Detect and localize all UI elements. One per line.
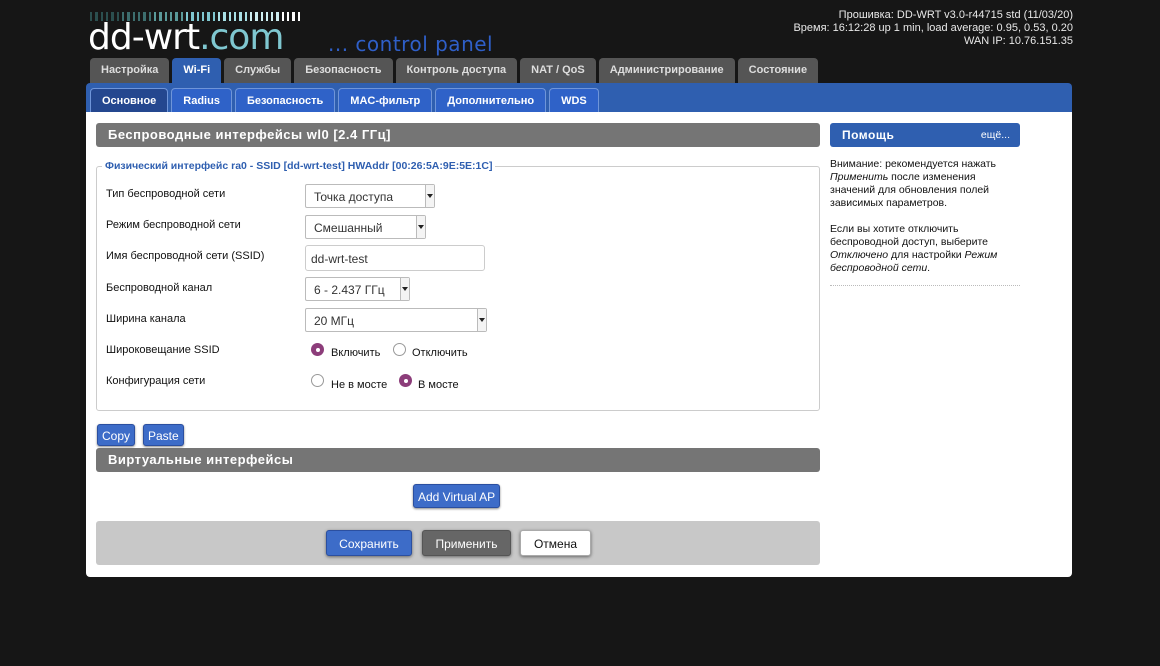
help-title: Помощь [842, 128, 895, 142]
tab-setup[interactable]: Настройка [90, 58, 170, 83]
paste-button[interactable]: Paste [143, 424, 184, 446]
ssid-broadcast-label: Широковещание SSID [106, 344, 220, 356]
ssid-input[interactable]: dd-wrt-test [305, 245, 485, 271]
wireless-type-value: Точка доступа [314, 190, 394, 204]
subtab-security[interactable]: Безопасность [234, 88, 336, 112]
copy-button[interactable]: Copy [97, 424, 136, 446]
ssid-label: Имя беспроводной сети (SSID) [106, 250, 265, 262]
channel-width-label: Ширина канала [106, 313, 186, 325]
help-header: Помощь ещё... [830, 123, 1020, 147]
channel-value: 6 - 2.437 ГГц [314, 283, 385, 297]
content-panel: Беспроводные интерфейсы wl0 [2.4 ГГц] Фи… [86, 112, 1072, 577]
tab-administration[interactable]: Администрирование [598, 58, 735, 83]
virtual-interfaces-title: Виртуальные интерфейсы [96, 448, 820, 472]
tab-access-control[interactable]: Контроль доступа [395, 58, 518, 83]
router-status: Прошивка: DD-WRT v3.0-r44715 std (11/03/… [793, 9, 1073, 48]
help-divider [830, 285, 1020, 286]
subtab-wds[interactable]: WDS [549, 88, 599, 112]
tab-nat-qos[interactable]: NAT / QoS [520, 58, 596, 83]
help-more-link[interactable]: ещё... [981, 123, 1010, 147]
channel-width-select[interactable]: 20 МГц [305, 308, 487, 332]
channel-select[interactable]: 6 - 2.437 ГГц [305, 277, 410, 301]
ssid-broadcast-disable-label: Отключить [412, 347, 468, 359]
network-unbridged-radio[interactable] [311, 374, 324, 387]
apply-button[interactable]: Применить [422, 530, 511, 556]
physical-interface-fieldset: Физический интерфейс ra0 - SSID [dd-wrt-… [96, 160, 820, 411]
subtab-mac-filter[interactable]: MAC-фильтр [338, 88, 433, 112]
chevron-down-icon [477, 309, 486, 331]
cancel-button[interactable]: Отмена [520, 530, 591, 556]
firmware-status: Прошивка: DD-WRT v3.0-r44715 std (11/03/… [838, 9, 1073, 21]
add-virtual-ap-button[interactable]: Add Virtual AP [413, 484, 501, 508]
channel-width-value: 20 МГц [314, 314, 355, 328]
tab-status[interactable]: Состояние [737, 58, 819, 83]
network-bridged-radio[interactable] [399, 374, 412, 387]
ssid-broadcast-disable-radio[interactable] [393, 343, 406, 356]
sub-tabs: Основное Radius Безопасность MAC-фильтр … [90, 88, 599, 112]
physical-interface-legend: Физический интерфейс ra0 - SSID [dd-wrt-… [102, 160, 496, 172]
wireless-section-title: Беспроводные интерфейсы wl0 [2.4 ГГц] [96, 123, 820, 147]
network-unbridged-label: Не в мосте [331, 379, 388, 391]
ssid-broadcast-enable-label: Включить [331, 347, 381, 359]
wireless-mode-label: Режим беспроводной сети [106, 219, 241, 231]
help-disable-note: Если вы хотите отключить беспроводной до… [830, 223, 998, 274]
subtab-radius[interactable]: Radius [171, 88, 232, 112]
wireless-mode-select[interactable]: Смешанный [305, 215, 426, 239]
network-bridged-label: В мосте [418, 379, 459, 391]
uptime-status: Время: 16:12:28 up 1 min, load average: … [793, 22, 1073, 34]
network-config-label: Конфигурация сети [106, 375, 206, 387]
tab-wifi[interactable]: Wi-Fi [172, 58, 222, 83]
chevron-down-icon [425, 185, 434, 207]
tab-security[interactable]: Безопасность [294, 58, 393, 83]
dd-wrt-logo: dd-wrt.com ... control panel [88, 10, 518, 58]
chevron-down-icon [416, 216, 425, 238]
channel-label: Беспроводной канал [106, 282, 213, 294]
tab-services[interactable]: Службы [224, 58, 292, 83]
help-apply-note: Внимание: рекомендуется нажать Применить… [830, 158, 996, 209]
subtab-basic[interactable]: Основное [90, 88, 169, 112]
wan-ip-status: WAN IP: 10.76.151.35 [963, 35, 1073, 47]
save-button[interactable]: Сохранить [326, 530, 412, 556]
ssid-broadcast-enable-radio[interactable] [311, 343, 324, 356]
logo-subtitle: ... control panel [328, 32, 494, 56]
logo-wordmark: dd-wrt.com [88, 17, 284, 58]
wireless-type-select[interactable]: Точка доступа [305, 184, 435, 208]
main-tabs: Настройка Wi-Fi Службы Безопасность Конт… [90, 58, 819, 83]
subtab-advanced[interactable]: Дополнительно [435, 88, 547, 112]
wireless-type-label: Тип беспроводной сети [106, 188, 226, 200]
chevron-down-icon [400, 278, 409, 300]
wireless-mode-value: Смешанный [314, 221, 383, 235]
